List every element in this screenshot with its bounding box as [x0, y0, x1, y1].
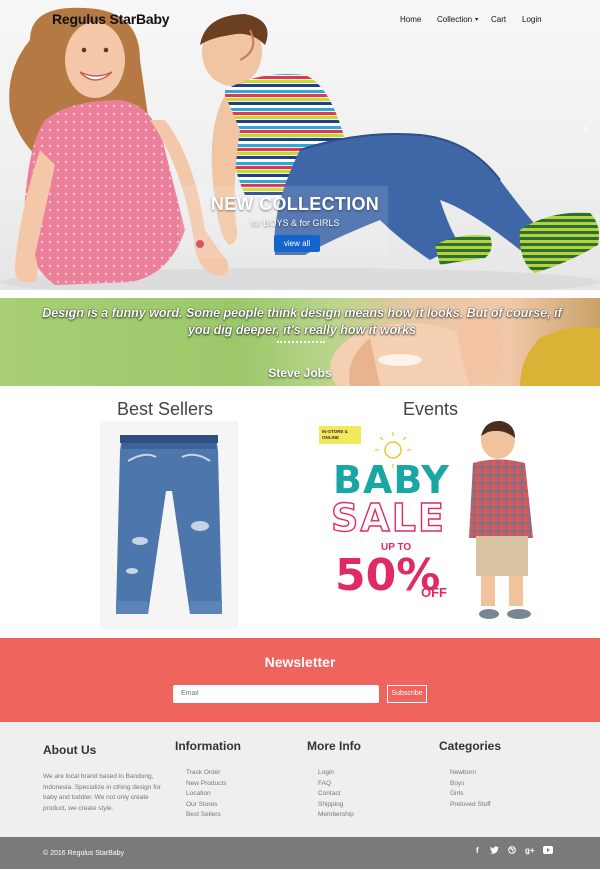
footer-link-preloved[interactable]: Preloved Stuff [450, 800, 491, 811]
events-title: Events [403, 399, 459, 419]
best-sellers-title: Best Sellers [117, 399, 214, 419]
best-seller-product-image[interactable] [100, 421, 238, 629]
footer-information-list: Track Order New Products Location Our St… [186, 768, 226, 821]
subscribe-button[interactable]: Subscribe [387, 685, 427, 703]
youtube-icon[interactable] [543, 846, 553, 856]
footer-more-info-title: More Info [307, 739, 361, 753]
footer-information-title: Information [175, 739, 241, 753]
sale-line-sale: SALE [330, 495, 446, 540]
baby-sale-banner[interactable]: IN-STORE & ONLINE BABY SALE UP TO 50% OF… [313, 418, 555, 628]
google-plus-icon[interactable]: g+ [525, 846, 535, 855]
hero-slider: Regulus StarBaby Home Collection ▾ Cart L… [0, 0, 600, 290]
sale-tag: IN-STORE & ONLINE [322, 429, 348, 440]
view-all-button[interactable]: view all [274, 235, 320, 252]
copyright-text: © 2016 Regulus StarBaby [43, 850, 125, 857]
quote-text: Design is a funny word. Some people thin… [42, 306, 562, 337]
footer-categories-list: Newborn Boys Girls Preloved Stuff [450, 768, 491, 810]
email-input[interactable] [173, 685, 379, 703]
hero-subtitle: for BOYS & for GIRLS [250, 218, 340, 228]
footer-link-our-stores[interactable]: Our Stores [186, 800, 226, 811]
footer-link-girls[interactable]: Girls [450, 789, 491, 800]
footer-link-contact[interactable]: Contact [318, 789, 354, 800]
nav-login[interactable]: Login [522, 15, 542, 24]
dribbble-icon[interactable] [508, 846, 516, 856]
footer-link-shipping[interactable]: Shipping [318, 800, 354, 811]
nav-collection-label: Collection [437, 15, 473, 24]
footer-about-text: We are local brand based in Bandung, Ind… [43, 773, 161, 812]
footer-link-login[interactable]: Login [318, 768, 354, 779]
quote-author: Steve Jobs [268, 366, 332, 380]
footer-link-best-sellers[interactable]: Best Sellers [186, 810, 226, 821]
newsletter-section [0, 638, 600, 722]
brand-logo[interactable]: Regulus StarBaby [52, 11, 170, 27]
footer-link-faq[interactable]: FAQ [318, 779, 354, 790]
hero-title: NEW COLLECTION [210, 194, 380, 214]
footer-link-location[interactable]: Location [186, 789, 226, 800]
quote-divider [277, 341, 325, 343]
newsletter-title: Newsletter [264, 654, 336, 670]
facebook-icon[interactable]: f [476, 846, 479, 855]
nav-collection[interactable]: Collection ▾ [437, 15, 478, 24]
footer-more-info-list: Login FAQ Contact Shipping Membership [318, 768, 354, 821]
nav-home[interactable]: Home [400, 15, 421, 24]
footer-link-membership[interactable]: Membership [318, 810, 354, 821]
footer-link-newborn[interactable]: Newborn [450, 768, 491, 779]
footer-categories-title: Categories [439, 739, 502, 753]
chevron-down-icon: ▾ [475, 17, 479, 24]
footer-link-track-order[interactable]: Track Order [186, 768, 226, 779]
chevron-right-icon[interactable]: › [582, 118, 588, 139]
jeans-icon [100, 421, 238, 629]
sale-off: OFF [421, 585, 447, 600]
twitter-icon[interactable] [490, 846, 499, 856]
footer-link-new-products[interactable]: New Products [186, 779, 226, 790]
nav-cart[interactable]: Cart [491, 15, 506, 24]
footer-about-title: About Us [43, 743, 97, 757]
footer-link-boys[interactable]: Boys [450, 779, 491, 790]
